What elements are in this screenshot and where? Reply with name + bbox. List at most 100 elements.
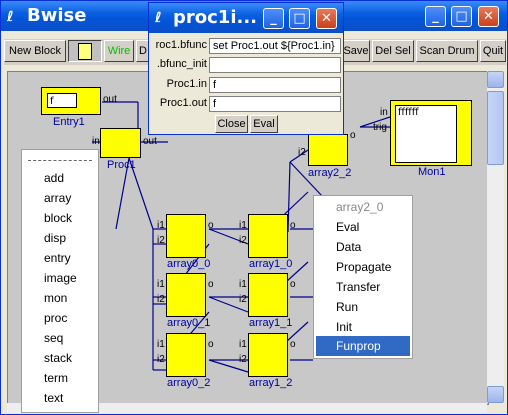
menu-item-array[interactable]: array [44, 191, 71, 205]
block-context-menu: array2_0 Eval Data Propagate Transfer Ru… [313, 195, 413, 359]
scan-drum-button[interactable]: Scan Drum [416, 40, 478, 62]
menu-item-seq[interactable]: seq [44, 331, 63, 345]
dialog-minimize-button[interactable]: _ [263, 8, 284, 29]
array-o-port: o [208, 279, 214, 290]
menu-item-image[interactable]: image [44, 271, 77, 285]
array-block[interactable] [166, 214, 206, 258]
entry-field[interactable]: f [47, 93, 77, 108]
array-i1-port: i1 [239, 279, 247, 290]
menu-item-proc[interactable]: proc [44, 311, 67, 325]
proc-out-field[interactable]: f [209, 96, 341, 112]
array-o-port: o [290, 339, 296, 350]
vertical-scrollbar[interactable] [487, 71, 504, 403]
document-icon [78, 43, 92, 60]
mon-display: ffffff [395, 105, 457, 163]
menu-tearoff[interactable] [28, 160, 92, 161]
array2-2-o-port: o [350, 130, 356, 141]
bfunc-label: roc1.bfunc [155, 39, 207, 51]
scroll-down-button[interactable] [487, 386, 504, 403]
menu-item-run[interactable]: Run [336, 300, 358, 314]
menu-item-entry[interactable]: entry [44, 251, 71, 265]
menu-item-propagate[interactable]: Propagate [336, 260, 391, 274]
maximize-icon: □ [293, 11, 306, 26]
file-button[interactable] [68, 40, 102, 62]
bfunc-field[interactable]: set Proc1.out ${Proc1.in} [209, 38, 341, 54]
array2-2-label: array2_2 [308, 167, 352, 179]
maximize-icon: □ [455, 9, 468, 24]
entry-out-port: out [103, 94, 117, 105]
menu-item-stack[interactable]: stack [44, 351, 72, 365]
array-block[interactable] [248, 214, 288, 258]
array-i2-port: i2 [239, 294, 247, 305]
menu-item-disp[interactable]: disp [44, 231, 66, 245]
dialog-maximize-button[interactable]: □ [289, 8, 310, 29]
new-block-button[interactable]: New Block [4, 40, 66, 62]
proc-out-port: out [143, 136, 157, 147]
minimize-button[interactable]: _ [425, 6, 446, 27]
array-i1-port: i1 [239, 339, 247, 350]
array-block[interactable] [248, 273, 288, 317]
menu-item-block[interactable]: block [44, 211, 72, 225]
menu-item-transfer[interactable]: Transfer [336, 280, 380, 294]
proc-out-label: Proc1.out [159, 97, 207, 109]
array-i2-port: i2 [157, 235, 165, 246]
array-block[interactable] [166, 273, 206, 317]
array-o-port: o [290, 279, 296, 290]
eval-button[interactable]: Eval [250, 115, 278, 133]
close-button[interactable]: Close [215, 115, 248, 133]
scroll-up-button[interactable] [487, 71, 504, 88]
mon-in-port: in [380, 107, 388, 118]
array-block[interactable] [166, 333, 206, 377]
context-menu-title: array2_0 [336, 200, 384, 214]
array-block[interactable] [248, 333, 288, 377]
array-label: array1_1 [249, 317, 293, 329]
proc-label: Proc1 [107, 159, 136, 171]
array-i2-port: i2 [239, 354, 247, 365]
entry-block[interactable]: f [41, 87, 101, 115]
close-button[interactable]: ✕ [478, 6, 499, 27]
array2-2-block[interactable] [308, 134, 348, 166]
menu-item-mon[interactable]: mon [44, 291, 67, 305]
block-type-menu: add array block disp entry image mon pro… [21, 149, 99, 413]
array-o-port: o [290, 220, 296, 231]
array-label: array0_1 [167, 317, 211, 329]
menu-item-add[interactable]: add [44, 171, 64, 185]
feather-icon: ℓ [7, 9, 14, 25]
wire-button[interactable]: Wire [104, 40, 134, 62]
maximize-button[interactable]: □ [451, 6, 472, 27]
array-i1-port: i1 [157, 220, 165, 231]
array-i1-port: i1 [239, 220, 247, 231]
proc-block[interactable] [100, 128, 141, 158]
close-icon: ✕ [321, 11, 332, 26]
array-label: array1_0 [249, 258, 293, 270]
proc-in-field[interactable]: f [209, 77, 341, 93]
bfunc-init-field[interactable] [209, 57, 341, 73]
menu-item-eval[interactable]: Eval [336, 220, 359, 234]
scroll-thumb[interactable] [487, 91, 504, 165]
dialog-close-x-button[interactable]: ✕ [316, 8, 337, 29]
proc-in-port: in [92, 136, 100, 147]
minimize-icon: _ [270, 11, 277, 26]
menu-item-funprop[interactable]: Funprop [336, 339, 381, 353]
del-sel-button[interactable]: Del Sel [372, 40, 414, 62]
mon-trig-port: trig [373, 122, 387, 133]
array-o-port: o [208, 220, 214, 231]
menu-item-data[interactable]: Data [336, 240, 361, 254]
quit-button[interactable]: Quit [480, 40, 506, 62]
array-label: array0_0 [167, 258, 211, 270]
array-i1-port: i1 [157, 279, 165, 290]
mon-label: Mon1 [418, 166, 446, 178]
menu-item-term[interactable]: term [44, 371, 68, 385]
dialog-title-bar[interactable]: ℓ proc1i... _ □ ✕ [149, 3, 343, 33]
array-label: array0_2 [167, 377, 211, 389]
menu-item-init[interactable]: Init [336, 320, 352, 334]
proc-dialog: ℓ proc1i... _ □ ✕ roc1.bfunc set Proc1.o… [148, 2, 344, 135]
menu-item-text[interactable]: text [44, 391, 63, 405]
proc-in-label: Proc1.in [166, 78, 207, 90]
window-title: Bwise [27, 5, 87, 26]
mon-block[interactable]: ffffff [390, 100, 472, 166]
bfunc-init-label: .bfunc_init [156, 58, 207, 70]
save-button[interactable]: Save [342, 40, 370, 62]
array-i1-port: i1 [157, 339, 165, 350]
array-label: array1_2 [249, 377, 293, 389]
